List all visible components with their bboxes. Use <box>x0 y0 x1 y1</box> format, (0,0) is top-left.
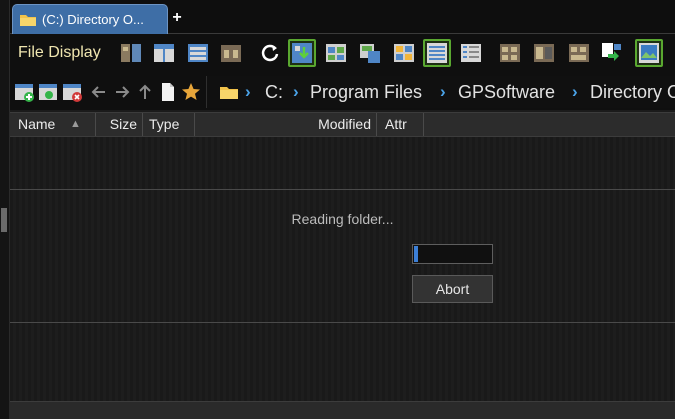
view-power-button[interactable] <box>457 39 485 67</box>
tab-directory-opus[interactable]: (C:) Directory O... <box>12 4 168 34</box>
breadcrumb-separator: › <box>440 82 446 101</box>
breadcrumb-separator: › <box>245 82 251 101</box>
view-large-icons-button[interactable] <box>288 39 316 67</box>
forward-arrow-icon[interactable] <box>111 81 133 103</box>
view-tiles-button[interactable] <box>356 39 384 67</box>
lock-layout-button[interactable] <box>217 39 245 67</box>
dual-vertical-layout-button[interactable] <box>117 39 145 67</box>
progress-fill <box>414 246 418 262</box>
column-modified-label: Modified <box>318 116 371 132</box>
app-window: (C:) Directory O... + File Display › C: … <box>0 0 675 419</box>
up-arrow-icon[interactable] <box>134 81 156 103</box>
new-tab-here-button[interactable] <box>14 81 36 103</box>
duplicate-tab-button[interactable] <box>38 81 60 103</box>
star-icon[interactable] <box>180 81 202 103</box>
breadcrumb[interactable]: › C: › Program Files › GPSoftware › Dire… <box>206 76 675 108</box>
view-icons-button[interactable] <box>390 39 418 67</box>
close-tab-button[interactable] <box>62 81 84 103</box>
column-modified[interactable]: Modified <box>195 113 377 136</box>
column-size[interactable]: Size <box>96 113 143 136</box>
breadcrumb-separator: › <box>293 82 299 101</box>
view-thumbnails-button[interactable] <box>322 39 350 67</box>
column-name[interactable]: Name ▲ <box>10 113 96 136</box>
tab-title: (C:) Directory O... <box>42 12 144 27</box>
folder-icon <box>19 13 37 27</box>
divider <box>10 322 675 323</box>
splitter-grip[interactable] <box>1 208 7 232</box>
column-name-label: Name <box>18 116 56 132</box>
folder-tree-button[interactable] <box>496 39 524 67</box>
copy-to-button[interactable] <box>597 39 625 67</box>
toolbar-label: File Display <box>18 44 101 61</box>
sort-ascending-icon: ▲ <box>70 118 81 130</box>
view-details-button[interactable] <box>423 39 451 67</box>
abort-button[interactable]: Abort <box>412 275 493 303</box>
preview-pane-button[interactable] <box>635 39 663 67</box>
column-type-label: Type <box>149 116 180 132</box>
single-lister-button[interactable] <box>184 39 212 67</box>
breadcrumb-directory-opus[interactable]: Directory O <box>590 82 675 103</box>
main-toolbar: File Display <box>10 34 675 74</box>
column-attr-label: Attr <box>385 116 407 132</box>
refresh-button[interactable] <box>256 39 284 67</box>
new-tab-button[interactable]: + <box>170 8 184 28</box>
dual-horizontal-layout-button[interactable] <box>150 39 178 67</box>
breadcrumb-drive[interactable]: C: <box>265 82 283 103</box>
column-type[interactable]: Type <box>143 113 195 136</box>
column-size-label: Size <box>109 116 137 132</box>
left-panel-edge <box>0 0 10 419</box>
refresh-icon <box>261 44 279 62</box>
folder-icon <box>219 85 239 105</box>
file-list[interactable]: Reading folder... Abort <box>10 137 675 401</box>
divider <box>10 189 675 190</box>
status-bar <box>10 401 675 419</box>
breadcrumb-gpsoftware[interactable]: GPSoftware <box>458 82 555 103</box>
column-header: Name ▲ Size Type Modified Attr <box>10 112 675 137</box>
utility-panel-button[interactable] <box>565 39 593 67</box>
tab-bar: (C:) Directory O... + <box>10 0 675 34</box>
reading-folder-message: Reading folder... <box>291 211 394 227</box>
breadcrumb-program-files[interactable]: Program Files <box>310 82 422 103</box>
document-icon[interactable] <box>157 81 179 103</box>
location-toolbar: › C: › Program Files › GPSoftware › Dire… <box>10 74 675 110</box>
column-attr[interactable]: Attr <box>377 113 424 136</box>
loading-progress-bar <box>412 244 493 264</box>
breadcrumb-separator: › <box>572 82 578 101</box>
back-arrow-icon[interactable] <box>88 81 110 103</box>
viewer-pane-button[interactable] <box>530 39 558 67</box>
